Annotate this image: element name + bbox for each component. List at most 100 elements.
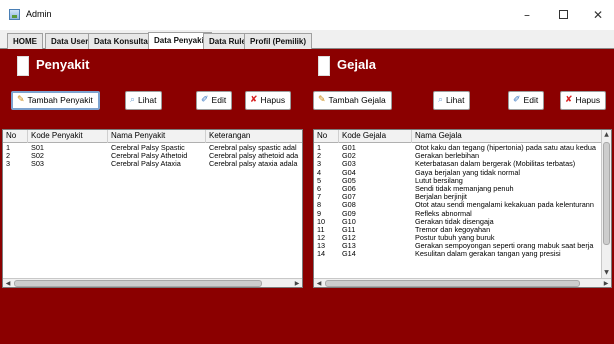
hapus-gejala-label: Hapus <box>575 95 601 105</box>
column-header[interactable]: No <box>314 130 339 143</box>
close-button[interactable]: ✕ <box>583 4 613 26</box>
column-header[interactable]: Nama Gejala <box>412 130 603 143</box>
table-row[interactable]: 12 G12 Postur tubuh yang buruk <box>314 234 601 242</box>
scroll-down-icon[interactable]: ▼ <box>602 268 611 278</box>
edit-icon: ✐ <box>513 95 521 106</box>
scroll-right-icon[interactable]: ▶ <box>292 279 302 287</box>
tab-data-user[interactable]: Data User <box>45 33 95 49</box>
table-cell: G05 <box>342 176 356 185</box>
table-row[interactable]: 8 G08 Otot atau sendi mengalami kekakuan… <box>314 201 601 209</box>
minimize-button[interactable]: – <box>512 4 542 26</box>
table-row[interactable]: 7 G07 Berjalan berjinjit <box>314 193 601 201</box>
tab-home[interactable]: HOME <box>7 33 43 49</box>
table-cell: 3 <box>317 160 322 169</box>
edit-penyakit-button[interactable]: ✐ Edit <box>196 91 233 110</box>
table-cell: 13 <box>317 242 326 251</box>
scroll-left-icon[interactable]: ◀ <box>3 279 13 287</box>
lihat-gejala-button[interactable]: ⌕ Lihat <box>433 91 471 110</box>
table-cell: Tremor dan kegoyahan <box>415 225 491 234</box>
edit-gejala-button[interactable]: ✐ Edit <box>508 91 545 110</box>
table-body: 1 S01 Cerebral Palsy Spastic Cerebral pa… <box>3 144 302 169</box>
scroll-up-icon[interactable]: ▲ <box>602 130 611 140</box>
hapus-gejala-button[interactable]: ✘ Hapus <box>560 91 607 110</box>
column-header[interactable]: Kode Gejala <box>339 130 412 143</box>
table-cell: 14 <box>317 250 326 259</box>
search-icon: ⌕ <box>130 95 136 106</box>
window-title: Admin <box>26 9 52 19</box>
table-cell: Cerebral palsy athetoid ada <box>209 152 299 161</box>
table-row[interactable]: 3 G03 Keterbatasan dalam bergerak (Mobil… <box>314 160 601 168</box>
delete-icon: ✘ <box>250 95 258 106</box>
column-header[interactable]: Kode Penyakit <box>28 130 108 143</box>
table-row[interactable]: 6 G06 Sendi tidak memanjang penuh <box>314 185 601 193</box>
table-cell: 12 <box>317 234 326 243</box>
hapus-penyakit-label: Hapus <box>260 95 286 105</box>
table-cell: G09 <box>342 209 356 218</box>
table-cell: G02 <box>342 152 356 161</box>
maximize-icon <box>558 10 568 19</box>
table-row[interactable]: 2 G02 Gerakan berlebihan <box>314 152 601 160</box>
table-cell: 2 <box>6 152 11 161</box>
table-cell: Cerebral Palsy Ataxia <box>111 160 181 169</box>
table-cell: 6 <box>317 184 322 193</box>
table-cell: Lutut bersilang <box>415 176 463 185</box>
column-header[interactable]: Nama Penyakit <box>108 130 206 143</box>
column-header[interactable]: No <box>3 130 28 143</box>
table-cell: Sendi tidak memanjang penuh <box>415 184 514 193</box>
table-cell: Otot atau sendi mengalami kekakuan pada … <box>415 201 594 210</box>
window-titlebar: Admin – ✕ <box>0 0 614 30</box>
table-cell: 5 <box>317 176 322 185</box>
lihat-penyakit-button[interactable]: ⌕ Lihat <box>125 91 163 110</box>
scrollbar-thumb[interactable] <box>14 280 262 287</box>
pencil-icon: ✎ <box>17 95 25 106</box>
scrollbar-thumb[interactable] <box>325 280 580 287</box>
table-row[interactable]: 1 S01 Cerebral Palsy Spastic Cerebral pa… <box>3 144 302 152</box>
table-row[interactable]: 11 G11 Tremor dan kegoyahan <box>314 226 601 234</box>
tab-bar: HOME Data User Data Konsultasi Data Peny… <box>0 30 614 49</box>
table-row[interactable]: 2 S02 Cerebral Palsy Athetoid Cerebral p… <box>3 152 302 160</box>
table-row[interactable]: 14 G14 Kesulitan dalam gerakan tangan ya… <box>314 250 601 258</box>
table-row[interactable]: 4 G04 Gaya berjalan yang tidak normal <box>314 169 601 177</box>
table-cell: G06 <box>342 184 356 193</box>
table-cell: G12 <box>342 234 356 243</box>
table-row[interactable]: 1 G01 Otot kaku dan tegang (hipertonia) … <box>314 144 601 152</box>
scrollbar-thumb[interactable] <box>603 142 610 245</box>
table-cell: Postur tubuh yang buruk <box>415 234 495 243</box>
column-header[interactable]: Keterangan <box>206 130 302 143</box>
main-content: Penyakit ✎ Tambah Penyakit ⌕ Lihat ✐ Edit ✘… <box>0 49 614 344</box>
table-cell: Cerebral palsy spastic adal <box>209 144 297 152</box>
table-cell: G13 <box>342 242 356 251</box>
maximize-button[interactable] <box>548 4 578 26</box>
table-cell: 7 <box>317 193 322 202</box>
table-cell: 8 <box>317 201 322 210</box>
search-icon: ⌕ <box>438 95 444 106</box>
table-cell: G03 <box>342 160 356 169</box>
table-cell: S01 <box>31 144 44 152</box>
document-icon <box>17 56 29 76</box>
table-row[interactable]: 5 G05 Lutut bersilang <box>314 177 601 185</box>
hapus-penyakit-button[interactable]: ✘ Hapus <box>245 91 292 110</box>
table-cell: Cerebral Palsy Spastic <box>111 144 185 152</box>
scroll-left-icon[interactable]: ◀ <box>314 279 324 287</box>
tambah-penyakit-button[interactable]: ✎ Tambah Penyakit <box>11 91 100 110</box>
lihat-gejala-label: Lihat <box>446 95 465 105</box>
vertical-scrollbar[interactable]: ▲ ▼ <box>601 130 611 278</box>
table-cell: Gerakan tidak disengaja <box>415 217 494 226</box>
table-row[interactable]: 13 G13 Gerakan sempoyongan seperti orang… <box>314 242 601 250</box>
table-cell: G01 <box>342 144 356 152</box>
table-header: No Kode Gejala Nama Gejala <box>314 130 603 143</box>
table-cell: 9 <box>317 209 322 218</box>
horizontal-scrollbar[interactable]: ◀ ▶ <box>314 278 611 287</box>
tambah-penyakit-label: Tambah Penyakit <box>27 95 93 105</box>
table-row[interactable]: 10 G10 Gerakan tidak disengaja <box>314 218 601 226</box>
table-row[interactable]: 3 S03 Cerebral Palsy Ataxia Cerebral pal… <box>3 160 302 168</box>
table-cell: G11 <box>342 225 356 234</box>
tab-profil-pemilik[interactable]: Profil (Pemilik) <box>244 33 313 49</box>
table-cell: G07 <box>342 193 356 202</box>
tambah-gejala-button[interactable]: ✎ Tambah Gejala <box>313 91 392 110</box>
edit-icon: ✐ <box>201 95 209 106</box>
table-row[interactable]: 9 G09 Refleks abnormal <box>314 210 601 218</box>
horizontal-scrollbar[interactable]: ◀ ▶ <box>3 278 302 287</box>
scroll-right-icon[interactable]: ▶ <box>601 279 611 287</box>
table-cell: G10 <box>342 217 356 226</box>
